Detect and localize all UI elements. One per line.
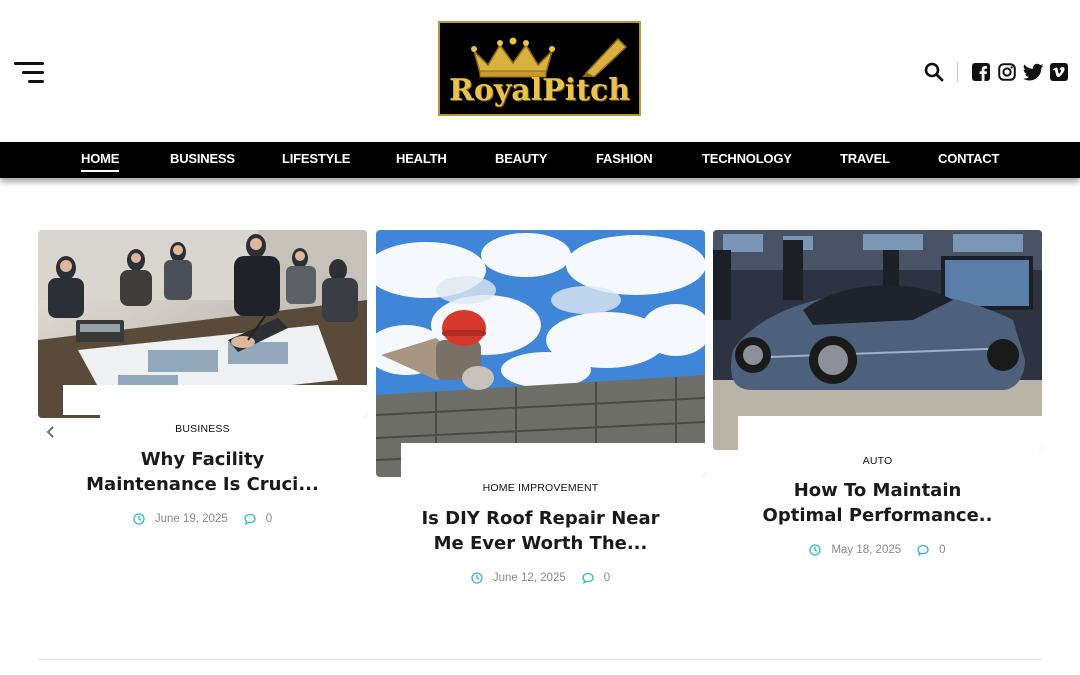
nav-technology[interactable]: TECHNOLOGY (702, 142, 792, 178)
post-title-line: Optimal Performance.. (762, 505, 993, 526)
post-title-line: Me Ever Worth The... (433, 533, 648, 554)
post-category[interactable]: HOME IMPROVEMENT (376, 482, 705, 494)
post-title[interactable]: Is DIY Roof Repair Near Me Ever Worth Th… (376, 506, 705, 556)
clock-icon (133, 513, 145, 525)
nav-home[interactable]: HOME (81, 142, 120, 178)
nav-lifestyle[interactable]: LIFESTYLE (282, 142, 350, 178)
nav-health[interactable]: HEALTH (396, 142, 447, 178)
card-info-box (63, 385, 342, 415)
post-meta: May 18, 2025 0 (713, 544, 1042, 556)
clock-icon (471, 572, 483, 584)
header-divider (957, 62, 958, 82)
comment-icon (244, 513, 256, 525)
post-category[interactable]: BUSINESS (38, 423, 367, 435)
post-title[interactable]: How To Maintain Optimal Performance.. (713, 478, 1042, 528)
site-header: RoyalPitch (0, 0, 1080, 142)
sports-car-image[interactable] (713, 230, 1042, 450)
search-icon[interactable] (923, 61, 945, 83)
post-title-line: How To Maintain (793, 480, 962, 501)
comment-count[interactable]: 0 (939, 544, 945, 556)
post-title-line: Maintenance Is Cruci... (86, 474, 319, 495)
nav-fashion[interactable]: FASHION (596, 142, 653, 178)
post-title-line: Is DIY Roof Repair Near (421, 508, 660, 529)
post-date: May 18, 2025 (831, 544, 902, 556)
section-divider (38, 659, 1042, 660)
comment-icon (917, 544, 929, 556)
post-date: June 19, 2025 (154, 513, 228, 525)
comment-count[interactable]: 0 (604, 572, 610, 584)
post-meta: June 12, 2025 0 (376, 572, 705, 584)
post-date: June 12, 2025 (492, 572, 566, 584)
nav-travel[interactable]: TRAVEL (840, 142, 890, 178)
menu-toggle-icon[interactable] (12, 62, 44, 84)
instagram-icon[interactable] (996, 61, 1018, 83)
post-meta: June 19, 2025 0 (38, 513, 367, 525)
post-title-line: Why Facility (140, 449, 265, 470)
pen-icon (582, 37, 628, 77)
post-title[interactable]: Why Facility Maintenance Is Cruci... (38, 447, 367, 497)
site-logo[interactable]: RoyalPitch (438, 21, 641, 116)
header-icons (923, 60, 1070, 84)
main-nav: HOME BUSINESS LIFESTYLE HEALTH BEAUTY FA… (0, 142, 1080, 178)
nav-business[interactable]: BUSINESS (170, 142, 235, 178)
post-category[interactable]: AUTO (713, 455, 1042, 467)
nav-beauty[interactable]: BEAUTY (495, 142, 547, 178)
facebook-icon[interactable] (970, 61, 992, 83)
clock-icon (809, 544, 822, 556)
vimeo-icon[interactable] (1048, 61, 1070, 83)
roof-worker-image[interactable] (376, 230, 705, 477)
comment-count[interactable]: 0 (266, 513, 272, 525)
twitter-icon[interactable] (1022, 61, 1044, 83)
nav-contact[interactable]: CONTACT (938, 142, 999, 178)
logo-text: RoyalPitch (448, 73, 631, 108)
comment-icon (582, 572, 594, 584)
